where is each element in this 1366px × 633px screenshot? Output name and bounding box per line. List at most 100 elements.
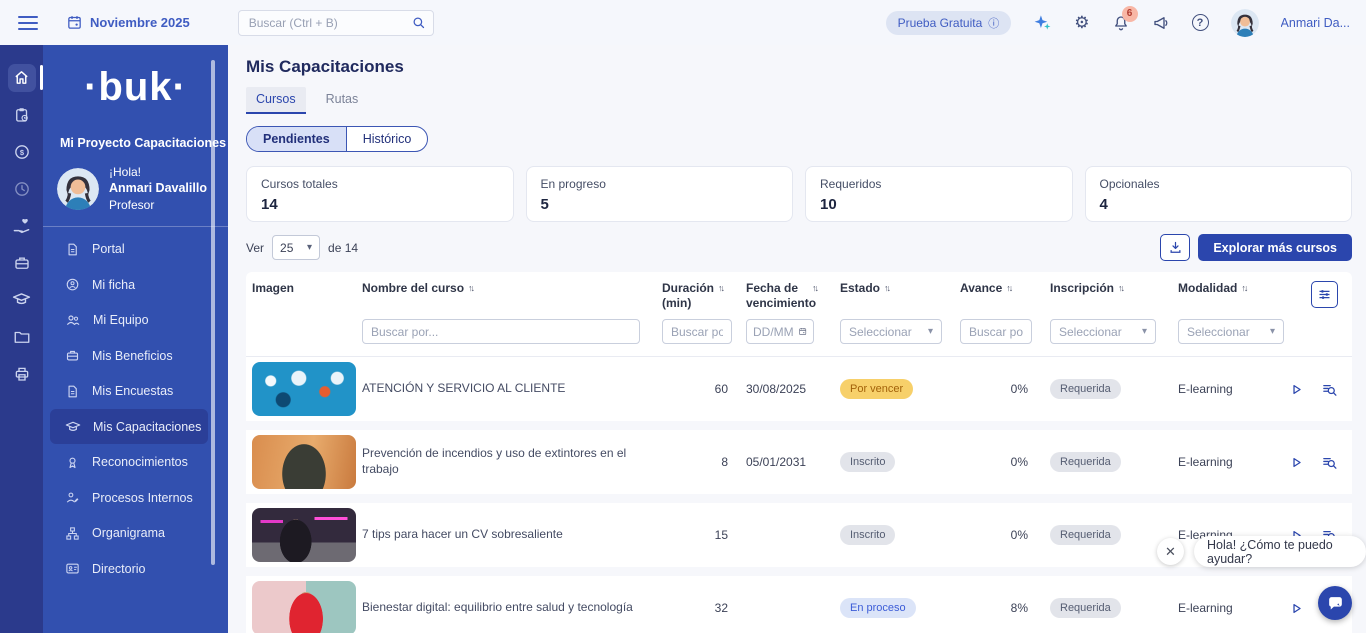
tab-cursos[interactable]: Cursos [246, 87, 306, 114]
sidebar-item-mis-capacitaciones[interactable]: Mis Capacitaciones [50, 409, 208, 445]
period-label: Noviembre 2025 [90, 15, 190, 30]
ai-sparkle-icon[interactable] [1033, 13, 1052, 32]
filter-fecha-datepicker[interactable]: DD/MM [746, 319, 814, 344]
col-fecha[interactable]: Fecha de vencimiento↑↓ [734, 281, 832, 311]
id-card-icon [65, 561, 80, 576]
play-course-icon[interactable] [1288, 454, 1305, 471]
stat-card-en-progreso: En progreso 5 [526, 166, 794, 222]
download-button[interactable] [1160, 234, 1190, 261]
help-icon[interactable]: ? [1192, 14, 1209, 31]
col-nombre[interactable]: Nombre del curso↑↓ [362, 281, 654, 295]
chat-launcher-button[interactable] [1318, 586, 1352, 620]
rail-attendance[interactable] [0, 96, 43, 133]
hamburger-menu-icon[interactable] [18, 16, 38, 30]
graduation-cap-icon [65, 419, 81, 435]
sidebar-item-mis-encuestas[interactable]: Mis Encuestas [43, 373, 228, 409]
filter-estado-select[interactable]: Seleccionar▾ [840, 319, 942, 344]
course-progress: 0% [952, 382, 1032, 396]
col-estado[interactable]: Estado↑↓ [832, 281, 952, 295]
course-thumbnail[interactable] [252, 362, 356, 416]
page-title: Mis Capacitaciones [246, 57, 1352, 77]
sidebar-item-reconocimientos[interactable]: Reconocimientos [43, 444, 228, 480]
sort-icon: ↑↓ [468, 283, 473, 293]
survey-document-icon [65, 384, 80, 399]
course-name: Bienestar digital: equilibrio entre salu… [362, 600, 654, 616]
sidebar-item-mi-equipo[interactable]: Mi Equipo [43, 302, 228, 338]
stat-card-total: Cursos totales 14 [246, 166, 514, 222]
sidebar-item-mis-beneficios[interactable]: Mis Beneficios [43, 338, 228, 374]
filter-inscripcion-select[interactable]: Seleccionar▾ [1050, 319, 1156, 344]
enrollment-badge: Requerida [1050, 379, 1121, 399]
topbar-actions: Prueba Gratuita ⓘ ⚙ 6 ? Anmari Da... [886, 9, 1366, 37]
rail-training[interactable] [0, 281, 43, 318]
chat-close-button[interactable]: ✕ [1157, 538, 1184, 565]
sidebar-item-organigrama[interactable]: Organigrama [43, 515, 228, 551]
col-inscripcion[interactable]: Inscripción↑↓ [1032, 281, 1160, 295]
user-name[interactable]: Anmari Da... [1281, 16, 1350, 30]
sidebar: ·buk· Mi Proyecto Capacitaciones ¡Hola! … [43, 45, 228, 633]
toggle-pendientes[interactable]: Pendientes [247, 127, 346, 151]
project-title: Mi Proyecto Capacitaciones [43, 110, 228, 150]
pagesize-select[interactable]: 25 ▾ [272, 235, 320, 260]
course-duration: 15 [654, 528, 734, 542]
period-picker[interactable]: Noviembre 2025 [66, 14, 190, 31]
topbar: Noviembre 2025 Prueba Gratuita ⓘ ⚙ 6 ? A… [0, 0, 1366, 45]
rail-assets[interactable] [0, 355, 43, 392]
folder-icon [13, 328, 31, 346]
search-input[interactable] [238, 10, 434, 36]
settings-gear-icon[interactable]: ⚙ [1074, 14, 1089, 31]
col-avance[interactable]: Avance↑↓ [952, 281, 1032, 295]
sidebar-item-directorio[interactable]: Directorio [43, 551, 228, 587]
course-thumbnail[interactable] [252, 508, 356, 562]
hand-heart-icon [12, 216, 31, 235]
sort-icon: ↑↓ [1241, 283, 1246, 293]
search-icon[interactable] [411, 15, 426, 30]
toggle-historico[interactable]: Histórico [346, 127, 428, 151]
rail-benefits[interactable] [0, 207, 43, 244]
col-modalidad[interactable]: Modalidad↑↓ [1160, 281, 1272, 295]
course-thumbnail[interactable] [252, 435, 356, 489]
rail-home[interactable] [0, 59, 43, 96]
column-settings-button[interactable] [1311, 281, 1338, 308]
global-search [238, 10, 434, 36]
user-avatar[interactable] [1231, 9, 1259, 37]
view-details-icon[interactable] [1321, 454, 1338, 471]
enrollment-badge: Requerida [1050, 598, 1121, 618]
rail-time[interactable] [0, 170, 43, 207]
course-due-date: 30/08/2025 [734, 382, 832, 396]
tab-rutas[interactable]: Rutas [316, 87, 369, 114]
sidebar-item-mi-ficha[interactable]: Mi ficha [43, 267, 228, 303]
module-rail [0, 45, 43, 633]
filter-nombre-input[interactable] [362, 319, 640, 344]
chat-greeting-bubble[interactable]: Hola! ¿Cómo te puedo ayudar? [1194, 536, 1366, 567]
announcements-megaphone-icon[interactable] [1152, 14, 1170, 32]
course-thumbnail[interactable] [252, 581, 356, 633]
col-duracion[interactable]: Duración (min)↑↓ [654, 281, 734, 311]
sidebar-item-procesos-internos[interactable]: Procesos Internos [43, 480, 228, 516]
filter-duracion-input[interactable] [662, 319, 732, 344]
rail-talent[interactable] [0, 244, 43, 281]
sidebar-scrollbar[interactable] [211, 60, 215, 565]
filter-modalidad-select[interactable]: Seleccionar▾ [1178, 319, 1284, 344]
profile-role: Profesor [109, 197, 207, 213]
stat-card-opcionales: Opcionales 4 [1085, 166, 1353, 222]
sidebar-item-portal[interactable]: Portal [43, 231, 228, 267]
course-modality: E-learning [1160, 601, 1272, 615]
rail-documents[interactable] [0, 318, 43, 355]
filter-avance-input[interactable] [960, 319, 1032, 344]
notifications-bell[interactable]: 6 [1112, 14, 1130, 32]
table-row: Bienestar digital: equilibrio entre salu… [246, 576, 1352, 633]
clipboard-clock-icon [13, 106, 31, 124]
avatar[interactable] [57, 168, 99, 210]
pagesize-label: Ver [246, 241, 264, 255]
trial-badge[interactable]: Prueba Gratuita ⓘ [886, 11, 1012, 35]
enrollment-badge: Requerida [1050, 525, 1121, 545]
info-icon: ⓘ [988, 15, 999, 31]
play-course-icon[interactable] [1288, 600, 1305, 617]
rail-payroll[interactable] [0, 133, 43, 170]
sort-icon: ↑↓ [1118, 283, 1123, 293]
view-details-icon[interactable] [1321, 381, 1338, 398]
play-course-icon[interactable] [1288, 381, 1305, 398]
explore-courses-button[interactable]: Explorar más cursos [1198, 234, 1352, 261]
home-icon [13, 69, 30, 86]
